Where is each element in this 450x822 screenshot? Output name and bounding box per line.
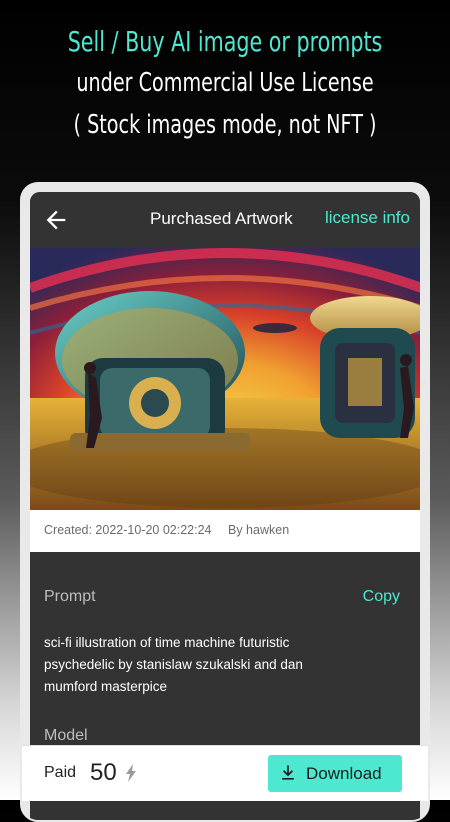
- model-label: Model: [44, 727, 88, 744]
- arrow-left-icon[interactable]: [42, 206, 70, 234]
- app-screen: Purchased Artwork license info Created: …: [30, 192, 420, 820]
- author-label: By hawken: [228, 523, 290, 537]
- promo-headline: Sell / Buy AI image or prompts: [67, 25, 383, 58]
- license-info-link[interactable]: license info: [325, 208, 410, 228]
- paid-label: Paid: [44, 764, 77, 781]
- artwork-image[interactable]: [30, 248, 420, 510]
- download-icon: [282, 765, 294, 780]
- phone-frame: Purchased Artwork license info Created: …: [20, 182, 430, 822]
- artwork-meta: Created: 2022-10-20 02:22:24 By hawken: [30, 510, 420, 552]
- promo-header: Sell / Buy AI image or prompts under Com…: [0, 22, 450, 146]
- lightning-bolt-icon: [126, 764, 136, 782]
- prompt-label: Prompt: [44, 588, 96, 605]
- purchase-bar: Paid 50 Download: [22, 745, 428, 801]
- promo-subline: under Commercial Use License: [76, 68, 374, 98]
- promo-note: ( Stock images mode, not NFT ): [73, 110, 377, 140]
- app-bar: Purchased Artwork license info: [30, 192, 420, 248]
- page-title: Purchased Artwork: [150, 209, 293, 228]
- created-timestamp: Created: 2022-10-20 02:22:24: [44, 523, 212, 537]
- copy-button[interactable]: Copy: [363, 588, 400, 606]
- download-button[interactable]: Download: [268, 755, 402, 792]
- prompt-text: sci-fi illustration of time machine futu…: [44, 635, 303, 694]
- download-label: Download: [306, 764, 382, 783]
- price-value: 50: [90, 759, 117, 786]
